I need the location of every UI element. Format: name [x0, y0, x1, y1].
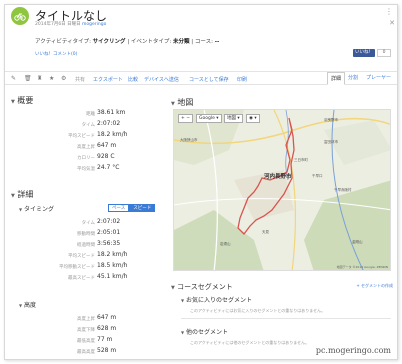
- collapse-triangle-icon: ▼: [19, 207, 23, 212]
- map-place-label: 富田林市: [324, 140, 338, 144]
- toggle-speed[interactable]: スピード: [129, 204, 156, 212]
- route-map[interactable]: + − Google ▾ 地図 ▾ ◉ ▾ 河内長野市 大阪狭山市 富田林市 羽…: [173, 109, 391, 271]
- like-comment-link[interactable]: いいね！コメント(0): [35, 51, 77, 57]
- collapse-triangle-icon: ▼: [11, 99, 15, 105]
- timing-row: 経過時間 3:56:35: [77, 240, 121, 248]
- edit-icon[interactable]: ✎: [11, 75, 16, 82]
- timing-row: 平均スピード 18.2 km/h: [68, 251, 128, 259]
- create-segment-link[interactable]: + セグメントの作成: [356, 283, 393, 289]
- tab-player[interactable]: プレーヤー: [363, 72, 394, 85]
- site-watermark: pc.mogeringo.com: [315, 346, 391, 355]
- collapse-triangle-icon: ▼: [181, 298, 185, 303]
- share-link[interactable]: 共有: [75, 76, 85, 83]
- summary-row: タイム 2:07:02: [81, 120, 121, 128]
- trophy-icon[interactable]: ♜: [37, 75, 42, 82]
- bicycle-icon: [11, 7, 29, 25]
- map-place-label: 金剛山: [352, 240, 363, 244]
- map-place-label: 岩湧山: [220, 242, 231, 246]
- activity-type-value[interactable]: サイクリング: [93, 39, 126, 45]
- collapse-triangle-icon: ▼: [171, 101, 175, 107]
- details-heading[interactable]: ▼ 詳細: [11, 189, 33, 200]
- summary-heading[interactable]: ▼ 概要: [11, 95, 33, 106]
- elevation-row: 高度下降 628 m: [77, 325, 117, 333]
- facebook-like-count: 0: [377, 49, 391, 57]
- map-place-label: 天見: [262, 230, 269, 234]
- other-segments-note: このアクティビティには他のセグメントとの重なりはありません。: [190, 340, 310, 345]
- map-place-label: 千早赤阪村: [334, 188, 352, 192]
- export-link[interactable]: エクスポート: [93, 76, 123, 83]
- summary-row: 平均スピード 18.2 km/h: [68, 131, 128, 139]
- timing-row: 最高スピード 45.1 km/h: [68, 273, 128, 281]
- print-link[interactable]: 印刷: [237, 76, 247, 83]
- activity-meta: 2014年7月6日 日曜日 mogeringo: [35, 21, 106, 27]
- map-type-select[interactable]: 地図 ▾: [224, 114, 243, 123]
- timing-heading[interactable]: ▼ タイミング: [19, 204, 54, 213]
- map-city-label: 河内長野市: [264, 174, 292, 180]
- favorite-segments-heading[interactable]: ▼ お気に入りのセグメント: [181, 295, 252, 304]
- map-place-label: 羽曳野市: [324, 118, 338, 122]
- elevation-row: 高度上昇 647 m: [77, 314, 117, 322]
- elevation-heading[interactable]: ▼ 高度: [19, 300, 36, 309]
- more-options-icon[interactable]: ⋮: [385, 7, 393, 16]
- timing-row: タイム 2:07:02: [81, 218, 121, 226]
- elevation-row: 最高高度 528 m: [77, 347, 117, 355]
- map-layers-button[interactable]: ◉ ▾: [246, 114, 260, 123]
- other-segments-heading[interactable]: ▼ 他のセグメント: [181, 327, 228, 336]
- activity-page: タイトルなし 2014年7月6日 日曜日 mogeringo ⋮ ✕ アクティビ…: [4, 4, 398, 360]
- save-as-course-link[interactable]: コースとして保存: [189, 76, 229, 83]
- course-value[interactable]: --: [215, 39, 220, 45]
- summary-row: 高度上昇 647 m: [77, 142, 117, 150]
- activity-date: 2014年7月6日 日曜日: [35, 22, 81, 27]
- course-segments-heading[interactable]: ▼ コースセグメント: [171, 282, 233, 292]
- map-place-label: 大阪狭山市: [180, 138, 198, 142]
- elevation-row: 最低高度 77 m: [77, 336, 113, 344]
- divider: [181, 318, 391, 319]
- collapse-triangle-icon: ▼: [171, 285, 175, 291]
- tab-splits[interactable]: 分割: [345, 72, 361, 85]
- summary-row: 距離 38.61 km: [86, 109, 126, 117]
- delete-icon[interactable]: 🗑: [24, 75, 32, 82]
- send-to-device-link[interactable]: デバイスへ送信: [144, 76, 179, 83]
- map-copyright: 地図データ ©2014 Google, ZENRIN: [336, 265, 388, 269]
- map-place-label: 三日市町: [294, 158, 308, 162]
- facebook-like-button[interactable]: いいね！: [353, 49, 375, 57]
- collapse-triangle-icon: ▼: [181, 330, 185, 335]
- close-icon[interactable]: ✕: [389, 19, 395, 27]
- pace-speed-toggle[interactable]: ペース スピード: [108, 204, 156, 212]
- collapse-triangle-icon: ▼: [19, 303, 23, 308]
- toolbar: ✎ 🗑 ♜ ★ ⚙ 共有 エクスポート 比較 デバイスへ送信 コースとして保存 …: [5, 71, 397, 85]
- activity-type-line: アクティビティタイプ: サイクリング | イベントタイプ: 未分類 | コース:…: [35, 39, 220, 45]
- map-heading[interactable]: ▼ 地図: [171, 97, 193, 108]
- map-provider-select[interactable]: Google ▾: [196, 114, 222, 123]
- settings-icon[interactable]: ⚙: [61, 75, 66, 82]
- map-place-label: 千早口: [312, 174, 323, 178]
- favorite-segments-note: このアクティビティにはお気に入りのセグメントとの重なりはありません。: [190, 308, 326, 313]
- star-icon[interactable]: ★: [49, 75, 54, 82]
- map-zoom-controls[interactable]: + −: [178, 114, 193, 123]
- tab-details[interactable]: 詳細: [327, 72, 346, 85]
- event-type-value[interactable]: 未分類: [173, 39, 190, 45]
- summary-row: 平均気温 24.7 °C: [77, 164, 120, 172]
- compare-link[interactable]: 比較: [128, 76, 138, 83]
- toggle-pace[interactable]: ペース: [108, 204, 130, 212]
- timing-row: 移動時間 2:05:01: [77, 229, 121, 237]
- map-terrain: [174, 110, 390, 270]
- timing-row: 平均移動スピード 18.5 km/h: [59, 262, 128, 270]
- summary-row: カロリー 928 C: [77, 153, 115, 161]
- collapse-triangle-icon: ▼: [11, 193, 15, 199]
- user-link[interactable]: mogeringo: [82, 22, 106, 27]
